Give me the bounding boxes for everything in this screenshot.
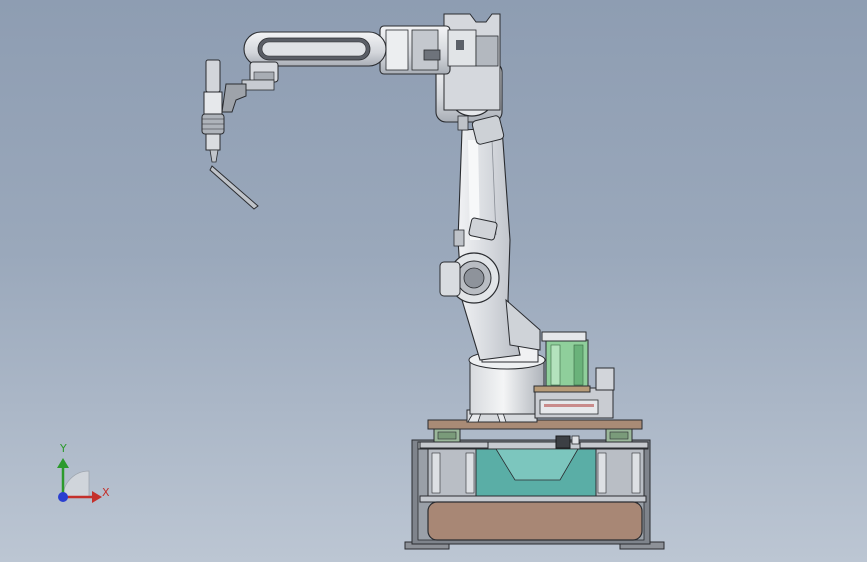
- axis-triad: [57, 458, 102, 503]
- axis-x-arrow: [92, 491, 102, 503]
- platform-frame: [404, 439, 665, 550]
- rail-left: [419, 441, 489, 449]
- axis-y-label: Y: [60, 442, 67, 455]
- base-block: [427, 501, 643, 541]
- forearm: [241, 31, 387, 91]
- axis-z-dot: [58, 492, 68, 502]
- axis-y-arrow: [57, 458, 69, 468]
- axis-x-label: X: [102, 486, 110, 499]
- rail-right: [579, 441, 649, 449]
- lower-arm: [439, 127, 541, 361]
- cad-viewport[interactable]: [0, 0, 867, 562]
